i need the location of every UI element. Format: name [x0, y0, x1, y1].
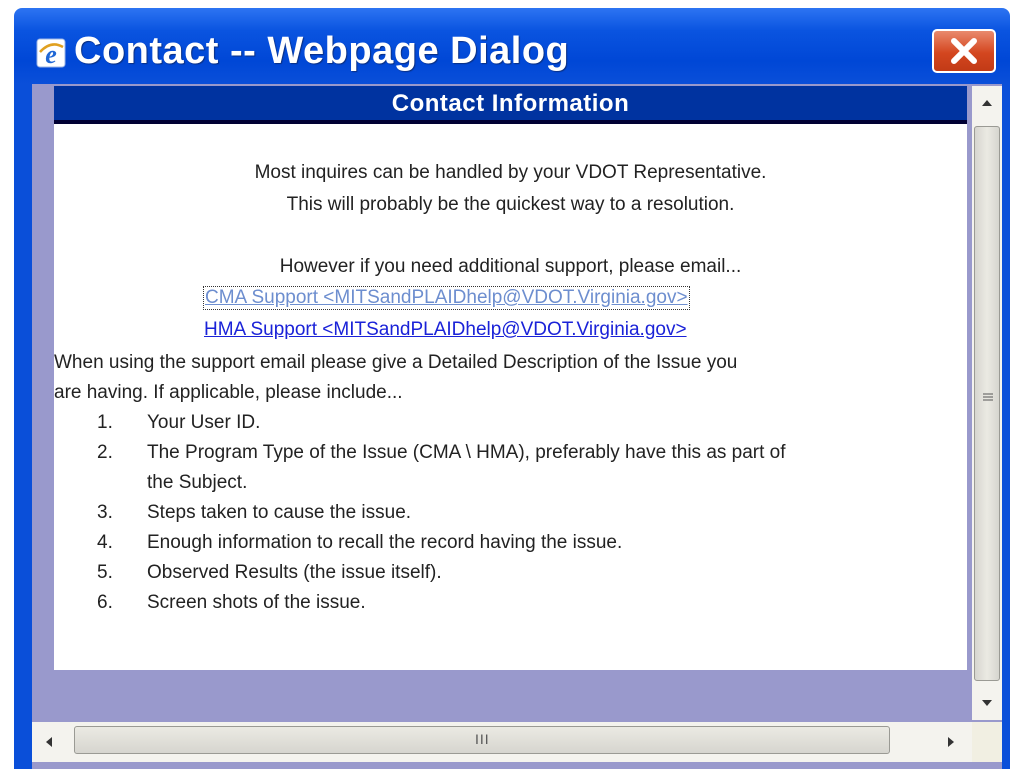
horizontal-scroll-thumb[interactable]: III — [74, 726, 890, 754]
list-text: Steps taken to cause the issue. — [147, 502, 412, 523]
scroll-left-button[interactable] — [32, 722, 68, 762]
cma-support-link[interactable]: CMA Support <MITSandPLAIDhelp@VDOT.Virgi… — [203, 286, 690, 310]
intro-line-1: Most inquires can be handled by your VDO… — [254, 162, 767, 183]
vertical-scroll-thumb[interactable] — [974, 126, 1000, 681]
list-number: 1. — [97, 412, 113, 433]
scroll-down-button[interactable] — [972, 684, 1002, 720]
description-line-1: When using the support email please give… — [54, 352, 738, 373]
dialog-window: e Contact -- Webpage Dialog Contact Info… — [0, 0, 1023, 769]
list-number: 5. — [97, 562, 113, 583]
scrollbar-corner — [972, 722, 1002, 762]
list-text: Enough information to recall the record … — [147, 532, 623, 553]
list-text: Observed Results (the issue itself). — [147, 562, 442, 583]
scroll-up-arrow-icon — [982, 100, 992, 106]
scroll-right-arrow-icon — [948, 737, 954, 747]
list-text: The Program Type of the Issue (CMA \ HMA… — [147, 442, 786, 463]
list-number: 2. — [97, 442, 113, 463]
window-frame-left — [14, 84, 32, 769]
hma-support-link[interactable]: HMA Support <MITSandPLAIDhelp@VDOT.Virgi… — [204, 319, 687, 341]
window-frame-right — [1002, 84, 1010, 769]
scroll-right-button[interactable] — [932, 722, 968, 762]
ie-icon: e — [36, 38, 66, 69]
list-text: Your User ID. — [147, 412, 261, 433]
scroll-down-arrow-icon — [982, 700, 992, 706]
intro-line-2: This will probably be the quickest way t… — [286, 194, 735, 215]
description-line-2: are having. If applicable, please includ… — [54, 382, 403, 403]
close-button[interactable] — [932, 29, 996, 73]
horizontal-scrollbar[interactable]: III — [32, 722, 972, 762]
page-header: Contact Information — [54, 86, 967, 124]
list-number: 4. — [97, 532, 113, 553]
list-number: 3. — [97, 502, 113, 523]
list-number: 6. — [97, 592, 113, 613]
window-title: Contact -- Webpage Dialog — [74, 30, 570, 72]
list-text: Screen shots of the issue. — [147, 592, 366, 613]
scroll-up-button[interactable] — [972, 86, 1002, 122]
scroll-grip: III — [475, 731, 490, 747]
intro-line-3: However if you need additional support, … — [279, 256, 742, 277]
close-icon — [951, 38, 977, 64]
page-content: Most inquires can be handled by your VDO… — [54, 124, 967, 670]
scroll-left-arrow-icon — [46, 737, 52, 747]
vertical-scrollbar[interactable] — [972, 86, 1002, 720]
title-bar[interactable]: e Contact -- Webpage Dialog — [14, 8, 1010, 84]
grip-icon — [983, 393, 993, 401]
list-text: the Subject. — [147, 472, 248, 493]
